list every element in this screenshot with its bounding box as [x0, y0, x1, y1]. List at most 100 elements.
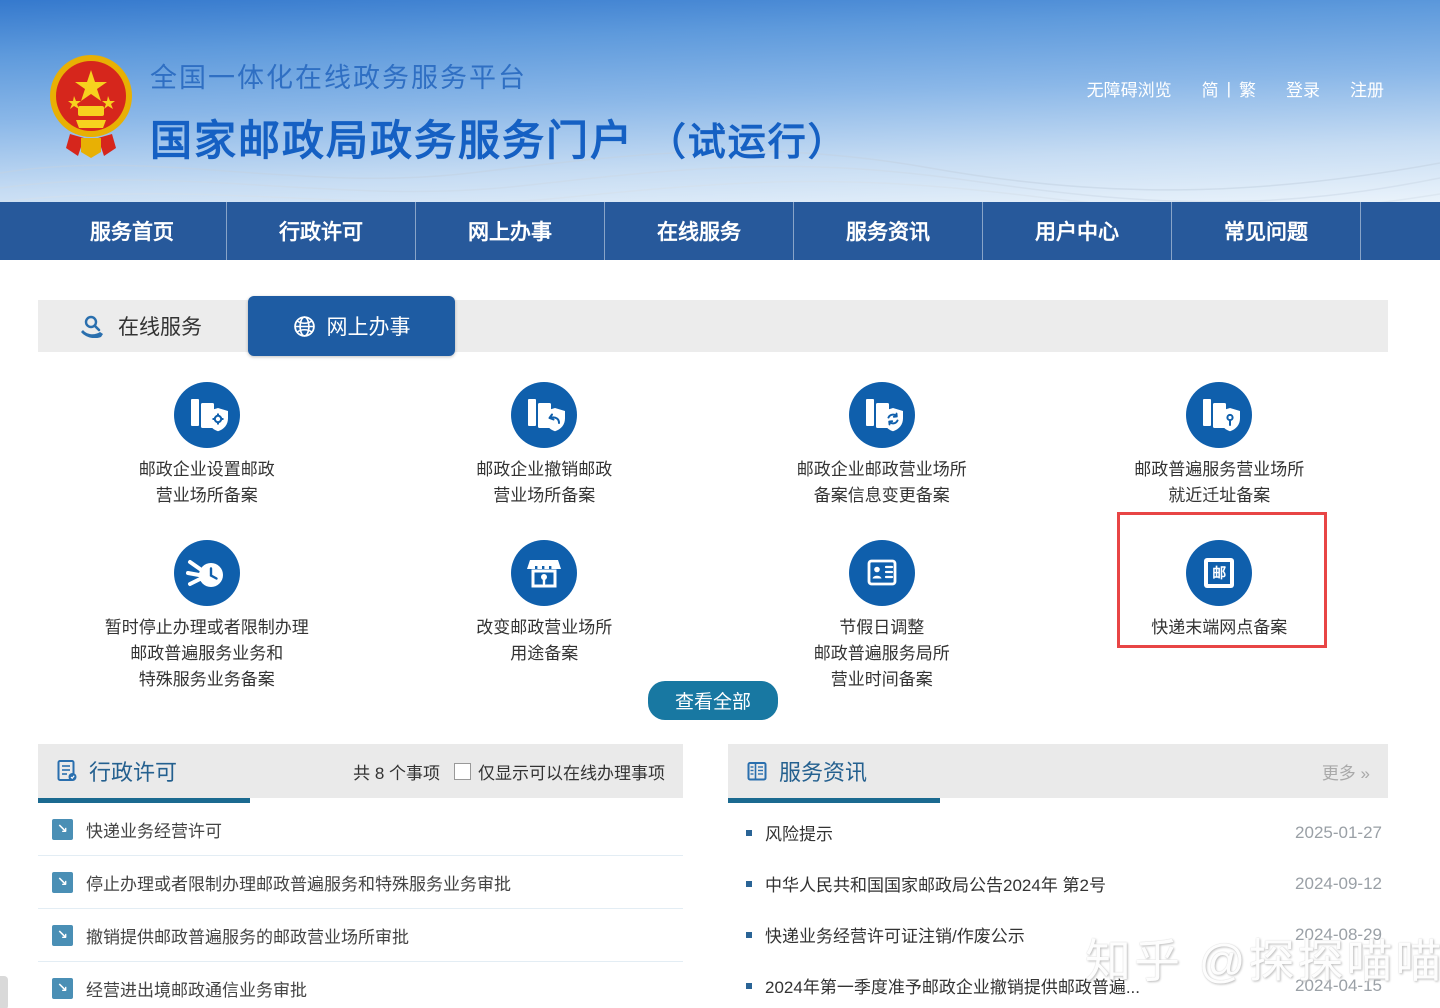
- bullet-icon: [746, 881, 752, 887]
- service-label: 邮政企业邮政营业场所 备案信息变更备案: [797, 457, 967, 509]
- news-item-title: 风险提示: [765, 820, 1281, 845]
- admin-list-item[interactable]: ↘ 停止办理或者限制办理邮政普遍服务和特殊服务业务审批: [38, 856, 683, 909]
- nav-item-online-service[interactable]: 在线服务: [605, 202, 794, 260]
- stamp-char: 邮: [1212, 563, 1226, 583]
- admin-list: ↘ 快递业务经营许可 ↘ 停止办理或者限制办理邮政普遍服务和特殊服务业务审批 ↘…: [38, 803, 683, 1008]
- service-label: 快递末端网点备案: [1151, 615, 1287, 641]
- news-item[interactable]: 中华人民共和国国家邮政局公告2024年 第2号 2024-09-12: [728, 858, 1388, 909]
- platform-title: 全国一体化在线政务服务平台: [150, 56, 848, 95]
- news-panel-title-text: 服务资讯: [779, 755, 867, 787]
- service-item-relocation[interactable]: 邮政普遍服务营业场所 就近迁址备案: [1051, 382, 1389, 540]
- arrow-link-icon: ↘: [52, 872, 73, 893]
- admin-panel-controls: 共 8 个事项 仅显示可以在线办理事项: [353, 759, 665, 784]
- arrow-link-icon: ↘: [52, 925, 73, 946]
- service-label: 暂时停止办理或者限制办理 邮政普遍服务业务和 特殊服务业务备案: [105, 615, 309, 693]
- admin-list-item[interactable]: ↘ 撤销提供邮政普遍服务的邮政营业场所审批: [38, 909, 683, 962]
- online-only-checkbox[interactable]: [454, 763, 471, 780]
- more-link[interactable]: 更多 »: [1322, 759, 1370, 784]
- bottom-panels: 行政许可 共 8 个事项 仅显示可以在线办理事项 ↘ 快递业务经营许可: [38, 744, 1388, 1008]
- login-link[interactable]: 登录: [1286, 76, 1320, 101]
- service-item-change-usage[interactable]: 改变邮政营业场所 用途备案: [376, 540, 714, 693]
- language-switch: 简 | 繁: [1202, 76, 1256, 101]
- service-news-panel: 服务资讯 更多 » 风险提示 2025-01-27 中华人民共和国国家邮政局公告…: [728, 744, 1388, 1008]
- service-label: 改变邮政营业场所 用途备案: [476, 615, 612, 667]
- service-item-setup-premises[interactable]: 邮政企业设置邮政 营业场所备案: [38, 382, 376, 540]
- buildings-shield-arrow-icon: [511, 382, 577, 448]
- edge-scroll-handle[interactable]: [0, 976, 8, 1008]
- lang-divider: |: [1227, 79, 1231, 99]
- admin-count-text: 共 8 个事项: [353, 759, 440, 784]
- news-item-date: 2024-04-15: [1295, 976, 1382, 996]
- globe-icon: [293, 315, 316, 338]
- service-tab-bar: 在线服务 网上办事: [38, 300, 1388, 352]
- service-item-revoke-premises[interactable]: 邮政企业撤销邮政 营业场所备案: [376, 382, 714, 540]
- hand-magnifier-icon: [80, 314, 107, 338]
- news-item-date: 2025-01-27: [1295, 823, 1382, 843]
- nav-item-user-center[interactable]: 用户中心: [983, 202, 1172, 260]
- nav-item-online-handling[interactable]: 网上办事: [416, 202, 605, 260]
- news-item-date: 2024-09-12: [1295, 874, 1382, 894]
- service-label: 邮政普遍服务营业场所 就近迁址备案: [1134, 457, 1304, 509]
- news-panel-title: 服务资讯: [746, 755, 867, 787]
- admin-item-label: 经营进出境邮政通信业务审批: [86, 976, 307, 1001]
- admin-item-label: 快递业务经营许可: [86, 817, 222, 842]
- main-nav: 服务首页 行政许可 网上办事 在线服务 服务资讯 用户中心 常见问题: [0, 202, 1440, 260]
- bullet-icon: [746, 932, 752, 938]
- page: 全国一体化在线政务服务平台 国家邮政局政务服务门户 （试运行） 无障碍浏览 简 …: [0, 0, 1440, 1008]
- admin-item-label: 停止办理或者限制办理邮政普遍服务和特殊服务业务审批: [86, 870, 511, 895]
- service-item-change-record-info[interactable]: 邮政企业邮政营业场所 备案信息变更备案: [713, 382, 1051, 540]
- id-card-icon: [849, 540, 915, 606]
- service-label: 邮政企业撤销邮政 营业场所备案: [476, 457, 612, 509]
- newspaper-icon: [746, 760, 769, 783]
- news-item-title: 2024年第一季度准予邮政企业撤销提供邮政普遍...: [765, 973, 1281, 998]
- storefront-pin-icon: [511, 540, 577, 606]
- admin-panel-title-text: 行政许可: [89, 755, 177, 787]
- service-item-suspend-limit[interactable]: 暂时停止办理或者限制办理 邮政普遍服务业务和 特殊服务业务备案: [38, 540, 376, 693]
- admin-license-panel: 行政许可 共 8 个事项 仅显示可以在线办理事项 ↘ 快递业务经营许可: [38, 744, 683, 1008]
- bullet-icon: [746, 983, 752, 989]
- admin-list-item[interactable]: ↘ 快递业务经营许可: [38, 803, 683, 856]
- admin-item-label: 撤销提供邮政普遍服务的邮政营业场所审批: [86, 923, 409, 948]
- admin-list-item[interactable]: ↘ 经营进出境邮政通信业务审批: [38, 962, 683, 1008]
- news-item[interactable]: 2024年第一季度准予邮政企业撤销提供邮政普遍... 2024-04-15: [728, 960, 1388, 1008]
- page-header: 全国一体化在线政务服务平台 国家邮政局政务服务门户 （试运行） 无障碍浏览 简 …: [0, 0, 1440, 202]
- service-item-holiday-hours[interactable]: 节假日调整 邮政普遍服务局所 营业时间备案: [713, 540, 1051, 693]
- arrow-link-icon: ↘: [52, 819, 73, 840]
- news-item[interactable]: 快递业务经营许可证注销/作废公示 2024-08-29: [728, 909, 1388, 960]
- news-list: 风险提示 2025-01-27 中华人民共和国国家邮政局公告2024年 第2号 …: [728, 803, 1388, 1008]
- service-item-express-terminal[interactable]: 邮 快递末端网点备案: [1051, 540, 1389, 693]
- lang-traditional-link[interactable]: 繁: [1239, 76, 1256, 101]
- lang-simplified-link[interactable]: 简: [1202, 76, 1219, 101]
- license-document-icon: [56, 759, 79, 784]
- tab-online-service-label: 在线服务: [118, 311, 202, 341]
- hand-clock-icon: [174, 540, 240, 606]
- news-item-date: 2024-08-29: [1295, 925, 1382, 945]
- buildings-shield-pin-icon: [1186, 382, 1252, 448]
- news-item-title: 快递业务经营许可证注销/作废公示: [765, 922, 1281, 947]
- header-titles: 全国一体化在线政务服务平台 国家邮政局政务服务门户 （试运行）: [150, 56, 848, 168]
- accessibility-link[interactable]: 无障碍浏览: [1087, 76, 1172, 101]
- buildings-shield-gear-icon: [174, 382, 240, 448]
- register-link[interactable]: 注册: [1350, 76, 1384, 101]
- tab-online-handling-label: 网上办事: [327, 311, 411, 341]
- utility-links: 无障碍浏览 简 | 繁 登录 注册: [1087, 76, 1384, 101]
- news-panel-header: 服务资讯 更多 »: [728, 744, 1388, 798]
- site-title: 国家邮政局政务服务门户 （试运行）: [150, 107, 848, 168]
- buildings-shield-sync-icon: [849, 382, 915, 448]
- view-all-button[interactable]: 查看全部: [648, 681, 778, 720]
- site-title-main: 国家邮政局政务服务门户: [150, 117, 634, 164]
- national-emblem: [48, 50, 134, 160]
- site-title-trial: （试运行）: [648, 122, 848, 164]
- nav-item-admin-license[interactable]: 行政许可: [227, 202, 416, 260]
- nav-item-home[interactable]: 服务首页: [38, 202, 227, 260]
- nav-item-faq[interactable]: 常见问题: [1172, 202, 1361, 260]
- tab-online-service[interactable]: 在线服务: [80, 300, 202, 352]
- online-only-label: 仅显示可以在线办理事项: [478, 759, 665, 784]
- tab-online-handling[interactable]: 网上办事: [248, 296, 455, 356]
- arrow-link-icon: ↘: [52, 978, 73, 999]
- news-item[interactable]: 风险提示 2025-01-27: [728, 807, 1388, 858]
- nav-item-service-news[interactable]: 服务资讯: [794, 202, 983, 260]
- admin-panel-title: 行政许可: [56, 755, 177, 787]
- services-grid: 邮政企业设置邮政 营业场所备案 邮政企业撤销邮政 营业场所备案: [38, 352, 1388, 693]
- content-container: 在线服务 网上办事: [38, 300, 1388, 1008]
